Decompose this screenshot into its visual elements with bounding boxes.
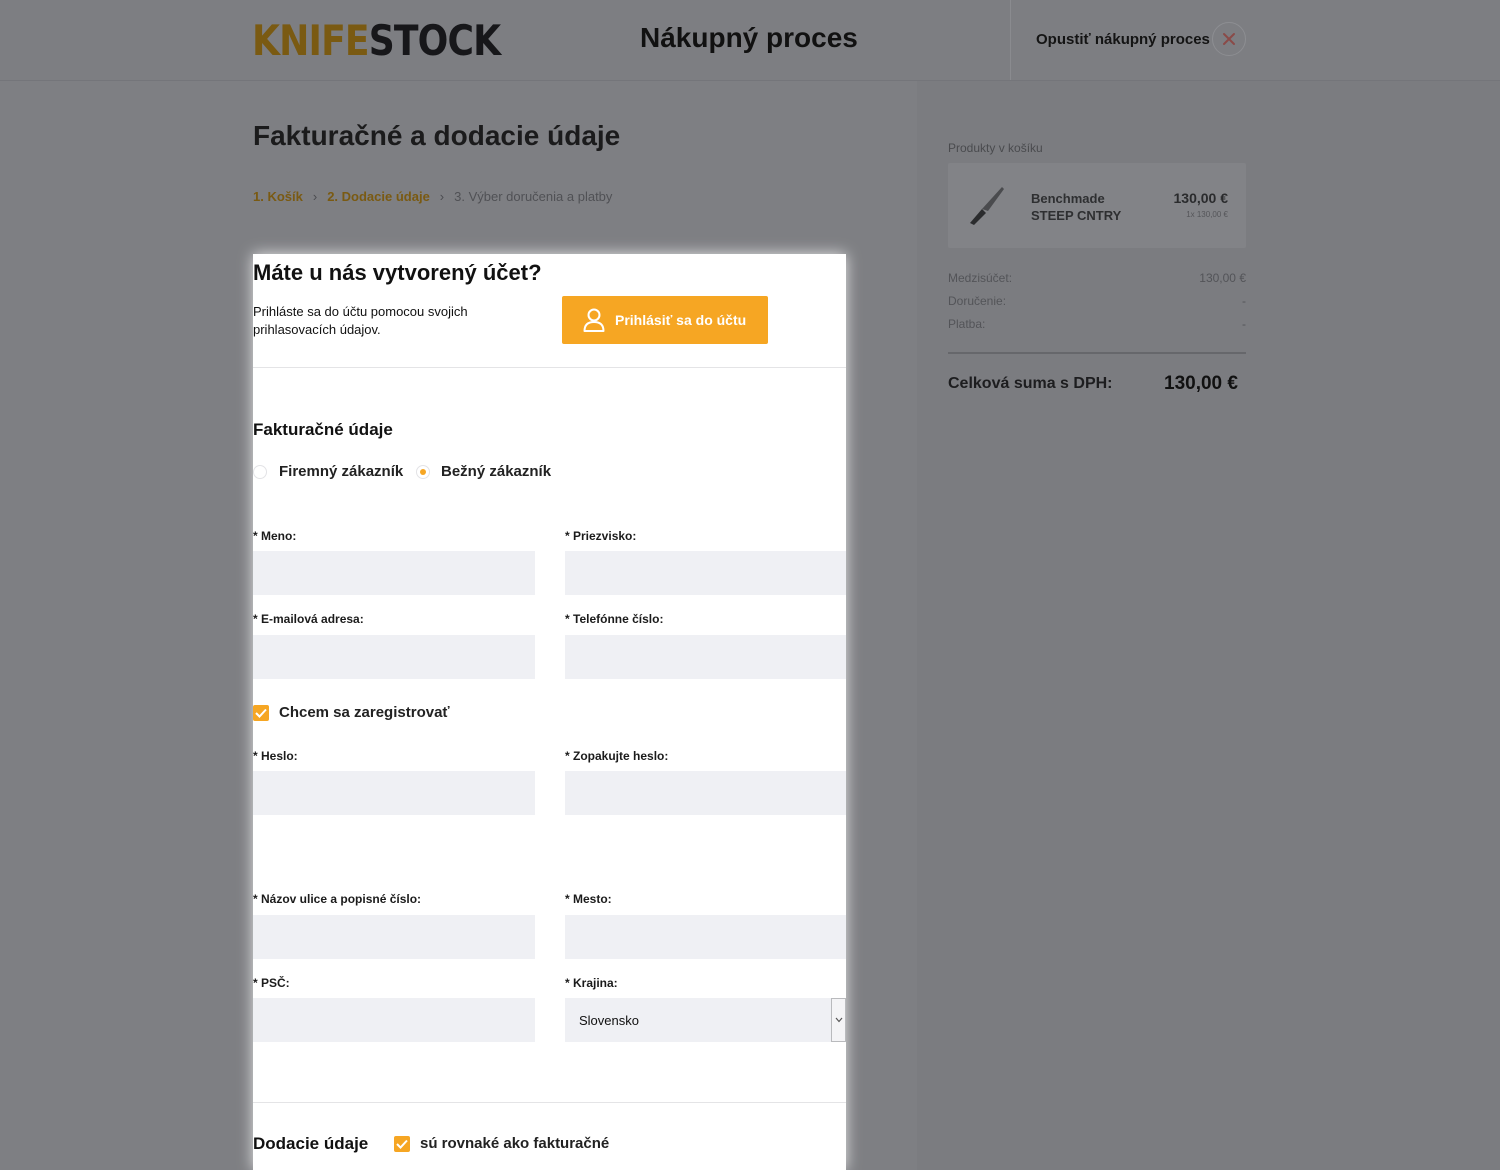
phone-label: * Telefónne číslo:	[565, 612, 664, 626]
product-model: STEEP CNTRY	[1031, 208, 1122, 223]
city-input[interactable]	[565, 915, 846, 959]
breadcrumb-cart[interactable]: 1. Košík	[253, 189, 303, 204]
radio-regular-label[interactable]: Bežný zákazník	[441, 463, 551, 480]
billing-title: Fakturačné údaje	[253, 420, 393, 439]
delivery-label: Doručenie:	[948, 294, 1007, 308]
billing-divider	[253, 1102, 846, 1103]
zip-label: * PSČ:	[253, 976, 290, 990]
breadcrumb-delivery[interactable]: 2. Dodacie údaje	[327, 189, 430, 204]
chevron-right-icon: ›	[312, 189, 318, 204]
checkout-title: Nákupný proces	[640, 22, 858, 53]
breadcrumb: 1. Košík › 2. Dodacie údaje › 3. Výber doruč…	[253, 189, 612, 204]
payment-row: Platba: -	[948, 317, 1246, 331]
account-divider	[253, 367, 846, 368]
register-label[interactable]: Chcem sa zaregistrovať	[279, 704, 450, 721]
cart-title: Produkty v košíku	[948, 141, 1043, 155]
payment-label: Platba:	[948, 317, 986, 331]
radio-company-label[interactable]: Firemný zákazník	[279, 463, 403, 480]
payment-value: -	[1242, 317, 1246, 331]
subtotal-value: 130,00 €	[1199, 271, 1246, 285]
checkmark-icon	[396, 1139, 408, 1149]
phone-input[interactable]	[565, 635, 846, 679]
checkout-form-panel: Máte u nás vytvorený účet? Prihláste sa …	[253, 254, 846, 1170]
user-icon	[583, 308, 605, 332]
knife-icon	[970, 187, 1004, 225]
header: KNIFESTOCK Nákupný proces Opustiť nákupn…	[0, 0, 1500, 81]
password-repeat-label: * Zopakujte heslo:	[565, 749, 669, 763]
exit-checkout-button[interactable]	[1212, 22, 1246, 56]
breadcrumb-shipping-payment: 3. Výber doručenia a platby	[454, 189, 613, 204]
subtotal-row: Medzisúčet: 130,00 €	[948, 271, 1246, 285]
same-as-billing-label[interactable]: sú rovnaké ako fakturačné	[420, 1135, 609, 1152]
product-brand: Benchmade	[1031, 191, 1105, 206]
product-price: 130,00 €	[1173, 190, 1229, 206]
last-name-input[interactable]	[565, 551, 846, 595]
logo-stock: STOCK	[368, 16, 501, 65]
same-as-billing-checkbox[interactable]	[394, 1136, 410, 1152]
register-checkbox[interactable]	[253, 705, 269, 721]
street-input[interactable]	[253, 915, 535, 959]
total-label: Celková suma s DPH:	[948, 375, 1113, 392]
last-name-label: * Priezvisko:	[565, 529, 637, 543]
city-label: * Mesto:	[565, 892, 612, 906]
login-button-label: Prihlásiť sa do účtu	[615, 312, 747, 328]
subtotal-label: Medzisúčet:	[948, 271, 1013, 285]
country-select-value: Slovensko	[579, 1013, 639, 1028]
password-repeat-input[interactable]	[565, 771, 846, 815]
first-name-input[interactable]	[253, 551, 535, 595]
password-label: * Heslo:	[253, 749, 298, 763]
product-unit-price: 1x 130,00 €	[1186, 210, 1228, 219]
delivery-value: -	[1242, 294, 1246, 308]
logo-knife: KNIFE	[252, 16, 370, 65]
exit-checkout-link[interactable]: Opustiť nákupný proces	[1036, 31, 1210, 48]
street-label: * Názov ulice a popisné číslo:	[253, 892, 422, 906]
first-name-label: * Meno:	[253, 529, 297, 543]
radio-regular-customer[interactable]	[416, 465, 430, 479]
chevron-right-icon: ›	[439, 189, 445, 204]
password-input[interactable]	[253, 771, 535, 815]
account-title: Máte u nás vytvorený účet?	[253, 260, 542, 285]
total-value: 130,00 €	[1164, 373, 1238, 394]
summary-divider	[948, 352, 1246, 354]
zip-input[interactable]	[253, 998, 535, 1042]
cart-product-card[interactable]: Benchmade STEEP CNTRY 130,00 € 1x 130,00…	[948, 163, 1246, 248]
close-icon	[1223, 33, 1235, 45]
chevron-down-icon	[835, 1017, 843, 1023]
header-divider	[1010, 0, 1011, 80]
account-description: Prihláste sa do účtu pomocou svojich pri…	[253, 304, 468, 337]
delivery-title: Dodacie údaje	[253, 1134, 369, 1153]
email-input[interactable]	[253, 635, 535, 679]
country-select[interactable]: Slovensko	[565, 998, 846, 1042]
email-label: * E-mailová adresa:	[253, 612, 364, 626]
radio-company-customer[interactable]	[253, 465, 267, 479]
page-title: Fakturačné a dodacie údaje	[253, 120, 621, 151]
product-name[interactable]: Benchmade STEEP CNTRY	[1031, 190, 1121, 224]
checkmark-icon	[255, 708, 267, 718]
country-select-arrow[interactable]	[831, 998, 846, 1042]
knifestock-logo[interactable]: KNIFESTOCK	[252, 16, 501, 65]
country-label: * Krajina:	[565, 976, 618, 990]
delivery-row: Doručenie: -	[948, 294, 1246, 308]
login-button[interactable]: Prihlásiť sa do účtu	[562, 296, 768, 344]
